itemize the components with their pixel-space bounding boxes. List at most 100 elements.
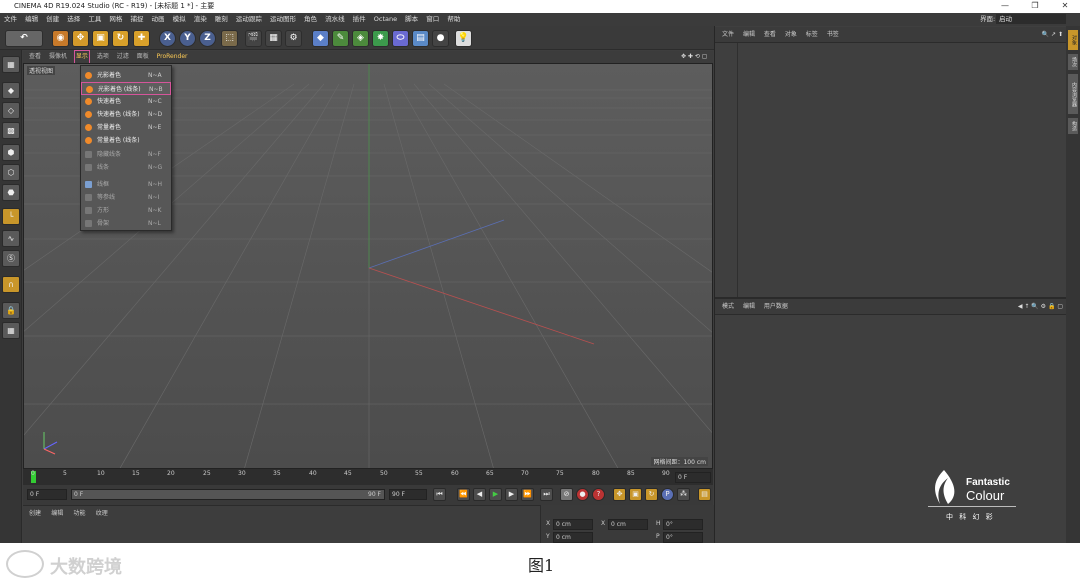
- menu-script[interactable]: 脚本: [405, 13, 418, 26]
- side-tab-takes[interactable]: 场次: [1068, 54, 1078, 70]
- coord-y-field[interactable]: 0 cm: [553, 532, 593, 543]
- timeline-window-icon[interactable]: ▤: [698, 488, 711, 501]
- grid-icon[interactable]: ▦: [2, 322, 20, 339]
- coord-h-field[interactable]: 0°: [663, 519, 703, 530]
- start-frame-field[interactable]: 0 F: [27, 489, 67, 500]
- points-mode-icon[interactable]: ⬢: [2, 144, 20, 161]
- end-frame-field[interactable]: 90 F: [389, 489, 427, 500]
- timeline-ruler[interactable]: 0 5 10 15 20 25 30 35 40 45 50 55 60 65 …: [23, 469, 713, 485]
- rotate-tool-icon[interactable]: ↻: [112, 30, 129, 47]
- menu-item-hidden-lines[interactable]: 隐藏线条 N~F: [81, 148, 171, 161]
- mat-tab-texture[interactable]: 纹理: [96, 508, 108, 517]
- menu-edit[interactable]: 编辑: [25, 13, 38, 26]
- vp-menu-prorender[interactable]: ProRender: [157, 51, 188, 63]
- menu-item-shading[interactable]: 光影着色 N~A: [81, 69, 171, 82]
- om-menu-tags[interactable]: 标签: [806, 27, 818, 43]
- camera-icon[interactable]: ●: [432, 30, 449, 47]
- render-picture-viewer-icon[interactable]: ▦: [265, 30, 282, 47]
- live-select-tool-icon[interactable]: ◉: [52, 30, 69, 47]
- menu-render[interactable]: 渲染: [194, 13, 207, 26]
- coord-z-field[interactable]: 0 cm: [608, 519, 648, 530]
- menu-create[interactable]: 创建: [46, 13, 59, 26]
- pla-key-icon[interactable]: ⁂: [677, 488, 690, 501]
- menu-item-isoparms[interactable]: 等参线 N~I: [81, 191, 171, 204]
- pen-icon[interactable]: ✎: [332, 30, 349, 47]
- go-to-start-icon[interactable]: ⏮: [433, 488, 446, 501]
- keyframe-selection-icon[interactable]: ?: [592, 488, 605, 501]
- om-search-icons[interactable]: 🔍 ↗ ⬆: [1042, 27, 1063, 43]
- coordinate-system-icon[interactable]: ⬚: [221, 30, 238, 47]
- menu-file[interactable]: 文件: [4, 13, 17, 26]
- vp-menu-filter[interactable]: 过滤: [117, 51, 129, 63]
- coord-x-field[interactable]: 0 cm: [553, 519, 593, 530]
- menu-tools[interactable]: 工具: [88, 13, 101, 26]
- menu-simulate[interactable]: 模拟: [173, 13, 186, 26]
- vp-menu-panel[interactable]: 面板: [137, 51, 149, 63]
- cube-icon[interactable]: ◆: [312, 30, 329, 47]
- polygons-mode-icon[interactable]: ⬣: [2, 184, 20, 201]
- model-mode-icon[interactable]: ◆: [2, 82, 20, 99]
- menu-motion-tracking[interactable]: 运动跟踪: [236, 13, 262, 26]
- lock-workplane-icon[interactable]: 🔒: [2, 302, 20, 319]
- layout-select[interactable]: 启动: [996, 14, 1066, 24]
- mat-tab-edit[interactable]: 编辑: [51, 508, 63, 517]
- vp-menu-view[interactable]: 查看: [29, 51, 41, 63]
- maximize-button[interactable]: ❐: [1020, 0, 1050, 13]
- mat-tab-function[interactable]: 功能: [74, 508, 86, 517]
- floor-icon[interactable]: ▤: [412, 30, 429, 47]
- magnet-icon[interactable]: ∩: [2, 276, 20, 293]
- menu-snap[interactable]: 捕捉: [130, 13, 143, 26]
- menu-item-quick-shading-lines[interactable]: 快速着色 (线条) N~D: [81, 108, 171, 121]
- menu-octane[interactable]: Octane: [374, 13, 397, 26]
- range-slider[interactable]: 0 F 90 F: [71, 489, 385, 500]
- z-axis-button[interactable]: Z: [199, 30, 216, 47]
- y-axis-button[interactable]: Y: [179, 30, 196, 47]
- am-menu-userdata[interactable]: 用户数据: [764, 299, 788, 315]
- minimize-button[interactable]: —: [990, 0, 1020, 13]
- edges-mode-icon[interactable]: ⬡: [2, 164, 20, 181]
- menu-mograph[interactable]: 运动图形: [270, 13, 296, 26]
- om-menu-file[interactable]: 文件: [722, 27, 734, 43]
- side-tab-content-browser[interactable]: 内容浏览器: [1068, 74, 1078, 114]
- light-icon[interactable]: 💡: [455, 30, 472, 47]
- x-axis-button[interactable]: X: [159, 30, 176, 47]
- menu-item-quick-shading[interactable]: 快速着色 N~C: [81, 95, 171, 108]
- mat-tab-create[interactable]: 创建: [29, 508, 41, 517]
- go-to-end-icon[interactable]: ⏭: [540, 488, 553, 501]
- menu-item-constant-shading-lines[interactable]: 常量着色 (线条): [81, 134, 171, 147]
- om-menu-view[interactable]: 查看: [764, 27, 776, 43]
- render-view-icon[interactable]: 🎬: [245, 30, 262, 47]
- coord-p-field[interactable]: 0°: [663, 532, 703, 543]
- side-tab-objects[interactable]: 对象: [1068, 30, 1078, 50]
- om-menu-bookmarks[interactable]: 书签: [827, 27, 839, 43]
- next-frame-icon[interactable]: ▶: [505, 488, 518, 501]
- menu-item-wireframe[interactable]: 线框 N~H: [81, 178, 171, 191]
- position-key-icon[interactable]: ✥: [613, 488, 626, 501]
- workplane-icon[interactable]: ▩: [2, 122, 20, 139]
- autokey-icon[interactable]: ●: [576, 488, 589, 501]
- cloner-icon[interactable]: ✸: [372, 30, 389, 47]
- tweak-mode-icon[interactable]: ∿: [2, 230, 20, 247]
- deformer-icon[interactable]: ⬭: [392, 30, 409, 47]
- menu-mesh[interactable]: 网格: [109, 13, 122, 26]
- am-menu-mode[interactable]: 模式: [722, 299, 734, 315]
- menu-plugins[interactable]: 插件: [353, 13, 366, 26]
- render-settings-icon[interactable]: ⚙: [285, 30, 302, 47]
- menu-item-constant-shading[interactable]: 常量着色 N~E: [81, 121, 171, 134]
- menu-item-skeleton[interactable]: 骨架 N~L: [81, 217, 171, 230]
- next-key-icon[interactable]: ⏩: [521, 488, 534, 501]
- om-menu-objects[interactable]: 对象: [785, 27, 797, 43]
- move-tool-icon[interactable]: ✥: [72, 30, 89, 47]
- viewport-nav-icons[interactable]: ✥ ✚ ⟲ ▢: [681, 51, 707, 63]
- snap-icon[interactable]: Ⓢ: [2, 250, 20, 267]
- parameter-key-icon[interactable]: P: [661, 488, 674, 501]
- vp-menu-display[interactable]: 显示: [73, 50, 90, 64]
- texture-mode-icon[interactable]: ◇: [2, 102, 20, 119]
- play-icon[interactable]: ▶: [489, 488, 502, 501]
- subdivision-icon[interactable]: ◈: [352, 30, 369, 47]
- menu-character[interactable]: 角色: [304, 13, 317, 26]
- menu-window[interactable]: 窗口: [426, 13, 439, 26]
- prev-key-icon[interactable]: ⏪: [457, 488, 470, 501]
- menu-help[interactable]: 帮助: [447, 13, 460, 26]
- menu-item-lines[interactable]: 线条 N~G: [81, 161, 171, 174]
